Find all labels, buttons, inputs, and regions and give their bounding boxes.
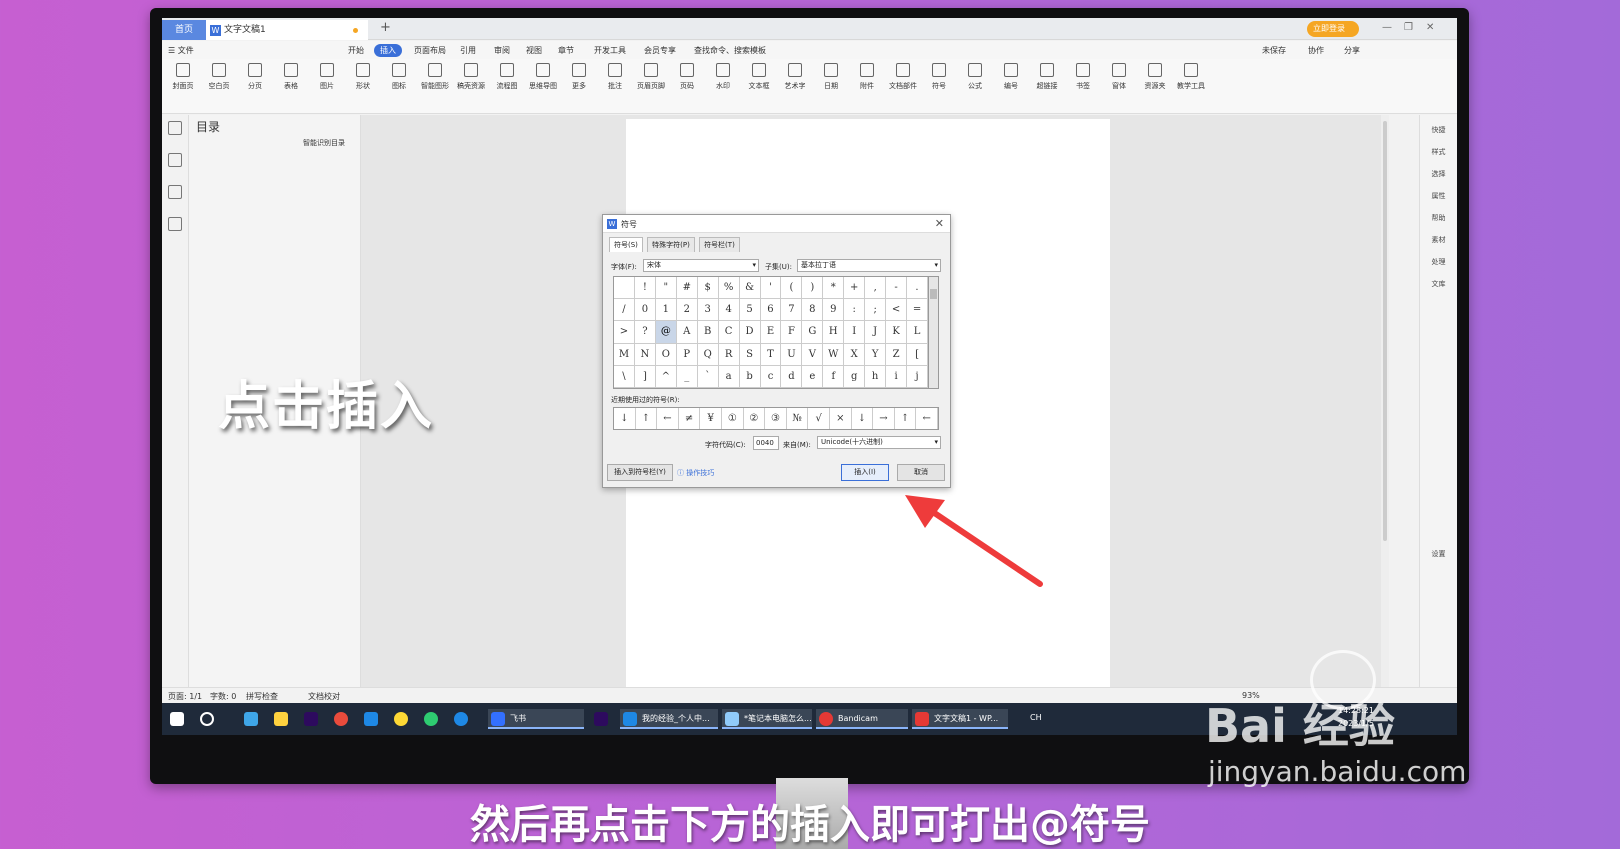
caption-subtitle: 然后再点击下方的插入即可打出@符号 xyxy=(470,802,1150,848)
watermark-url: jingyan.baidu.com xyxy=(1208,755,1467,788)
baidu-watermark: Bai 经验 xyxy=(1205,699,1395,753)
caption-main: 点击插入 xyxy=(218,377,435,437)
